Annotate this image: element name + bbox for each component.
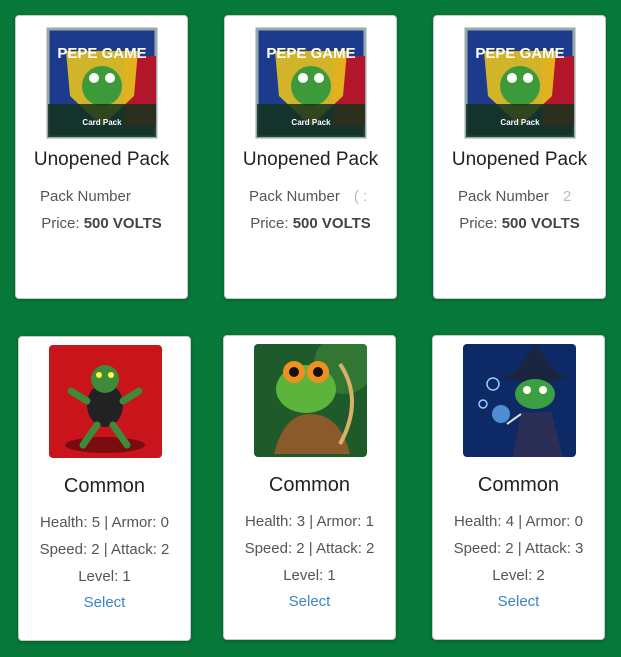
level-stat: Level: 1 [78, 568, 131, 585]
pack-number-label: Pack Number [458, 188, 549, 205]
svg-text:PEPE GAME: PEPE GAME [266, 45, 355, 62]
svg-text:PEPE GAME: PEPE GAME [57, 45, 146, 62]
svg-text:Card Pack: Card Pack [291, 118, 331, 127]
svg-text:PEPE GAME: PEPE GAME [475, 45, 564, 62]
health-armor-stat: Health: 4 | Armor: 0 [454, 513, 583, 530]
card-rarity: Common [477, 474, 560, 496]
pack-title: Unopened Pack [33, 149, 170, 170]
pack-number-value: ( : [353, 188, 368, 205]
card-rarity: Common [268, 474, 351, 496]
pack-number: Pack Number ( : [249, 188, 367, 205]
pack-card[interactable]: PEPE GAME Card Pack Unopened Pack Pack N… [15, 15, 188, 299]
archer-frog-image [254, 344, 367, 457]
pack-image: PEPE GAME Card Pack [464, 27, 576, 139]
price-value: 500 VOLTS [83, 215, 162, 232]
character-card: Common Health: 5 | Armor: 0 Speed: 2 | A… [18, 336, 191, 641]
svg-text:Card Pack: Card Pack [82, 118, 122, 127]
select-button[interactable]: Select [19, 594, 190, 611]
pack-price: Price: 500 VOLTS [16, 215, 187, 232]
pack-image: PEPE GAME Card Pack [46, 27, 158, 139]
level-stat: Level: 2 [492, 567, 545, 584]
pack-card[interactable]: PEPE GAME Card Pack Unopened Pack Pack N… [224, 15, 397, 299]
pack-number: Pack Number [40, 188, 145, 205]
price-label: Price: [250, 215, 289, 232]
pack-number-label: Pack Number [249, 188, 340, 205]
select-button[interactable]: Select [224, 593, 395, 610]
speed-attack-stat: Speed: 2 | Attack: 2 [39, 541, 170, 558]
fighter-frog-image [49, 345, 162, 458]
speed-attack-stat: Speed: 2 | Attack: 2 [244, 540, 375, 557]
pack-card[interactable]: PEPE GAME Card Pack Unopened Pack Pack N… [433, 15, 606, 299]
pack-number-label: Pack Number [40, 188, 131, 205]
select-button[interactable]: Select [433, 593, 604, 610]
pack-number-value: 2 [562, 188, 572, 205]
pack-image: PEPE GAME Card Pack [255, 27, 367, 139]
pack-price: Price: 500 VOLTS [225, 215, 396, 232]
price-value: 500 VOLTS [501, 215, 580, 232]
speed-attack-stat: Speed: 2 | Attack: 3 [453, 540, 584, 557]
card-rarity: Common [63, 475, 146, 497]
level-stat: Level: 1 [283, 567, 336, 584]
pack-title: Unopened Pack [451, 149, 588, 170]
price-label: Price: [41, 215, 80, 232]
pack-number: Pack Number 2 [458, 188, 571, 205]
character-card: Common Health: 3 | Armor: 1 Speed: 2 | A… [223, 335, 396, 640]
svg-text:Card Pack: Card Pack [500, 118, 540, 127]
health-armor-stat: Health: 3 | Armor: 1 [245, 513, 374, 530]
pack-price: Price: 500 VOLTS [434, 215, 605, 232]
character-card: Common Health: 4 | Armor: 0 Speed: 2 | A… [432, 335, 605, 640]
health-armor-stat: Health: 5 | Armor: 0 [40, 514, 169, 531]
wizard-frog-image [463, 344, 576, 457]
pack-title: Unopened Pack [242, 149, 379, 170]
price-label: Price: [459, 215, 498, 232]
price-value: 500 VOLTS [292, 215, 371, 232]
